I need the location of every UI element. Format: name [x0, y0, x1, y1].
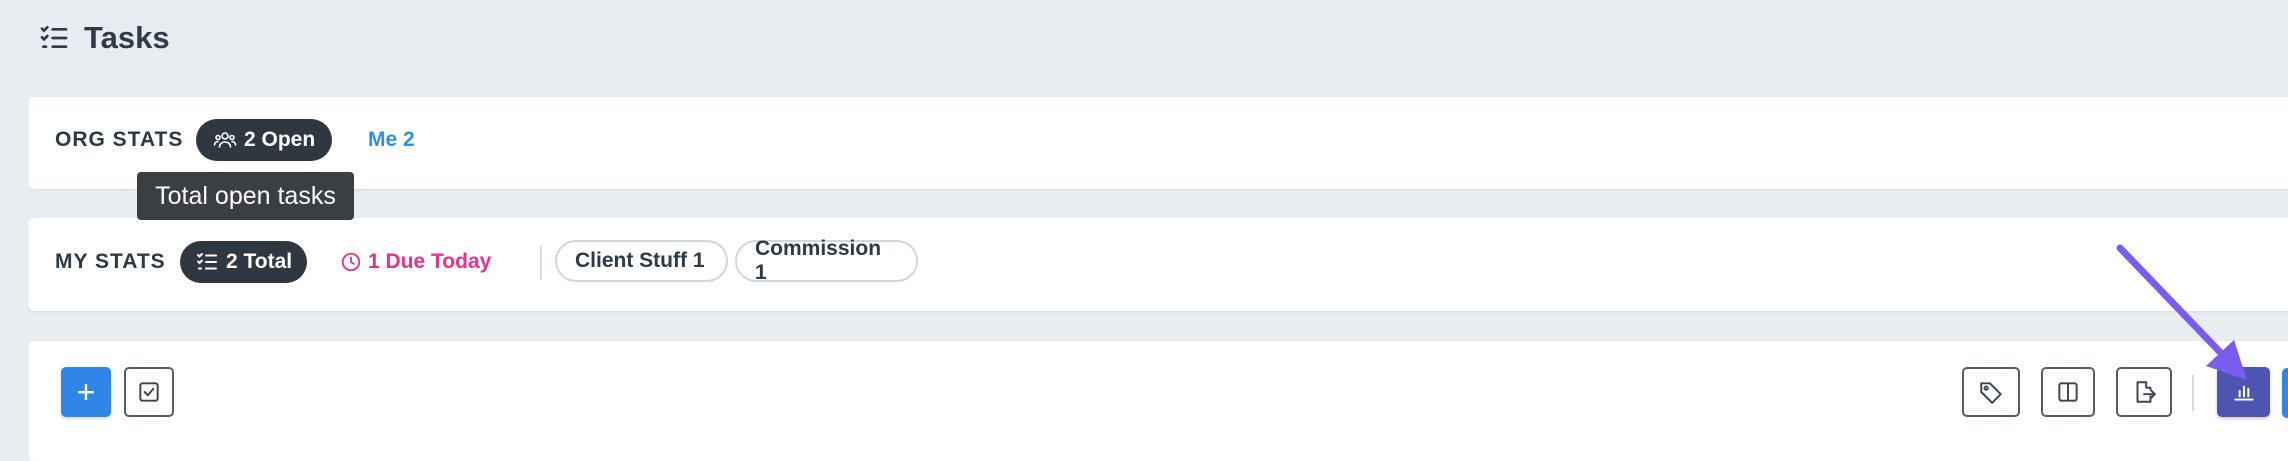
due-today-text: 1 Due Today: [368, 250, 492, 273]
org-stats-label: ORG STATS: [55, 128, 184, 151]
my-stats-label: MY STATS: [55, 250, 166, 273]
tag-icon: [1980, 382, 2002, 404]
task-list-icon: [40, 26, 68, 48]
my-stats-card: MY STATS 2 Total 1 Due Today Client Stuf…: [28, 218, 2288, 311]
pointer-arrow-icon: [2116, 244, 2247, 380]
stats-divider: [540, 246, 542, 280]
columns-button[interactable]: [2041, 367, 2095, 417]
users-icon: [213, 132, 237, 148]
clock-icon: [341, 252, 361, 272]
columns-icon: [2058, 382, 2078, 402]
checkbox-icon: [139, 382, 159, 402]
toolbar-card: [28, 341, 2288, 461]
org-stats-card: ORG STATS 2 Open Me 2: [28, 97, 2288, 189]
tag-pill-commission[interactable]: Commission 1: [735, 237, 918, 284]
org-open-text: 2 Open: [244, 128, 316, 151]
primary-action-button[interactable]: [2282, 368, 2288, 418]
me-link[interactable]: Me 2: [368, 128, 415, 152]
tag-pill-label: Commission 1: [755, 237, 882, 284]
tag-pill-label: Client Stuff 1: [575, 249, 705, 272]
org-open-pill[interactable]: 2 Open: [196, 119, 333, 161]
page-title: Tasks: [84, 20, 170, 55]
task-list-icon: [197, 253, 217, 270]
select-tasks-button[interactable]: [124, 367, 174, 417]
total-pill[interactable]: 2 Total: [180, 241, 308, 283]
total-text: 2 Total: [226, 250, 293, 273]
tooltip: Total open tasks: [137, 172, 354, 220]
add-task-button[interactable]: +: [61, 367, 111, 417]
tag-pill-client-stuff[interactable]: Client Stuff 1: [555, 240, 728, 282]
tags-button[interactable]: [1962, 367, 2020, 417]
page-header: Tasks: [38, 14, 170, 62]
due-today-link[interactable]: 1 Due Today: [340, 250, 491, 274]
